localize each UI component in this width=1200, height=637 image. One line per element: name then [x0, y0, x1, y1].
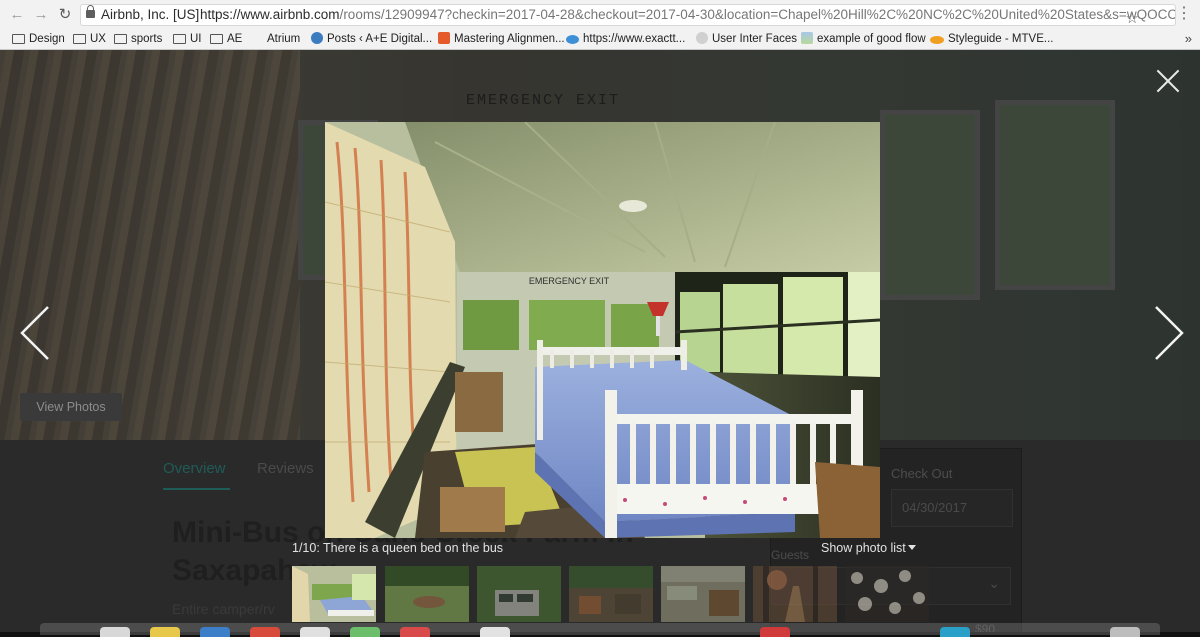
bookmark-ae[interactable]: AE	[210, 32, 242, 47]
bookmark-exactt[interactable]: https://www.exactt...	[566, 32, 685, 47]
next-photo-arrow-icon[interactable]	[1152, 303, 1186, 363]
chrome-icon[interactable]	[250, 627, 280, 637]
checkout-label: Check Out	[891, 466, 953, 481]
chevron-down-icon: ⌄	[988, 575, 1000, 591]
bookmark-mastering[interactable]: Mastering Alignmen...	[438, 32, 565, 47]
app-icon[interactable]	[760, 627, 790, 637]
trash-icon[interactable]	[1110, 627, 1140, 637]
url-host: https://www.airbnb.com	[200, 7, 340, 22]
close-icon[interactable]	[1156, 69, 1180, 93]
thumbnail-strip	[292, 566, 929, 622]
circle-icon	[696, 32, 708, 44]
forward-icon[interactable]: →	[32, 6, 50, 24]
bookmark-label: AE	[227, 33, 243, 45]
photo-caption: 1/10: There is a queen bed on the bus	[292, 541, 504, 555]
checkout-date-field[interactable]: 04/30/2017	[891, 489, 1013, 527]
thumbnail-wooded-path[interactable]	[753, 566, 837, 622]
tab-reviews[interactable]: Reviews	[257, 460, 314, 477]
bookmark-star-icon[interactable]: ☆	[1126, 9, 1139, 25]
bookmark-styleguide[interactable]: Styleguide - MTVE...	[930, 32, 1053, 47]
caret-down-icon	[907, 545, 916, 550]
thumbnail-deck-chairs[interactable]	[569, 566, 653, 622]
calendar-icon[interactable]	[300, 627, 330, 637]
tab-overview[interactable]: Overview	[163, 460, 226, 477]
url-path: /rooms/12909947?checkin=2017-04-28&check…	[339, 7, 1176, 22]
messages-icon[interactable]	[350, 627, 380, 637]
macos-dock	[40, 623, 1160, 637]
listing-room-type: Entire camper/rv	[172, 601, 275, 617]
bookmark-user-inter-faces[interactable]: User Inter Faces	[696, 32, 797, 47]
folder-icon	[114, 34, 127, 44]
thumbnail-bed-in-bus[interactable]	[292, 566, 376, 622]
notes-icon[interactable]	[150, 627, 180, 637]
cloud-icon	[566, 35, 579, 44]
reload-icon[interactable]: ↻	[56, 6, 74, 24]
wordpress-icon	[311, 32, 323, 44]
bookmark-label: https://www.exactt...	[583, 33, 686, 45]
show-photo-list-button[interactable]: Show photo list	[821, 541, 916, 555]
app-icon[interactable]	[940, 627, 970, 637]
thumbnail-bus-interior-kitchen[interactable]	[661, 566, 745, 622]
site-identity: Airbnb, Inc. [US]	[101, 7, 200, 22]
bookmark-label: sports	[131, 33, 163, 45]
bookmark-label: Design	[29, 33, 65, 45]
show-photo-list-label: Show photo list	[821, 541, 906, 555]
hero-window	[995, 100, 1115, 290]
bookmark-sports[interactable]: sports	[114, 32, 162, 47]
guests-label: Guests	[771, 548, 810, 562]
thumbnail-bus-exterior[interactable]	[477, 566, 561, 622]
bookmark-good-flow[interactable]: example of good flow	[801, 32, 926, 47]
hero-window	[880, 110, 980, 300]
bookmark-label: example of good flow	[817, 33, 926, 45]
bookmark-ux[interactable]: UX	[73, 32, 106, 47]
plus-square-icon	[438, 32, 450, 44]
menu-dots-icon[interactable]: ⋮	[1176, 5, 1192, 23]
view-photos-button[interactable]: View Photos	[20, 393, 122, 421]
leaf-icon	[930, 36, 944, 44]
app-icon[interactable]	[480, 627, 510, 637]
bookmark-label: UX	[90, 33, 106, 45]
app-icon[interactable]	[200, 627, 230, 637]
bookmark-atrium[interactable]: Atrium	[267, 32, 300, 47]
folder-icon	[12, 34, 25, 44]
bookmark-label: Atrium	[267, 33, 301, 45]
photo-emergency-exit-sign: EMERGENCY EXIT	[529, 276, 610, 286]
bookmarks-bar: Design UX sports UI AE Atrium Posts ‹ A+…	[0, 30, 1200, 49]
thumbnail-fire-pit-field[interactable]	[385, 566, 469, 622]
hero-emergency-exit-sign: EMERGENCY EXIT	[466, 92, 621, 109]
bookmark-label: User Inter Faces	[712, 33, 797, 45]
app-icon[interactable]	[400, 627, 430, 637]
browser-chrome: ← → ↻ Airbnb, Inc. [US] https://www.airb…	[0, 0, 1200, 50]
address-bar[interactable]: Airbnb, Inc. [US] https://www.airbnb.com…	[80, 4, 1176, 26]
thumbnail-patterned-fabric[interactable]	[845, 566, 929, 622]
folder-icon	[73, 34, 86, 44]
previous-photo-arrow-icon[interactable]	[18, 303, 52, 363]
folder-icon	[173, 34, 186, 44]
bookmark-label: UI	[190, 33, 202, 45]
back-icon[interactable]: ←	[8, 6, 26, 24]
url-bar-row: ← → ↻ Airbnb, Inc. [US] https://www.airb…	[0, 0, 1200, 30]
bookmark-ui[interactable]: UI	[173, 32, 202, 47]
gallery-main-photo: EMERGENCY EXIT	[325, 122, 880, 538]
bookmark-label: Mastering Alignmen...	[454, 33, 565, 45]
hero-curtain	[0, 50, 300, 440]
bookmarks-overflow-icon[interactable]: »	[1185, 31, 1192, 46]
bookmark-label: Posts ‹ A+E Digital...	[327, 33, 433, 45]
bookmark-label: Styleguide - MTVE...	[948, 33, 1054, 45]
bookmark-design[interactable]: Design	[12, 32, 65, 47]
url-text[interactable]: https://www.airbnb.com/rooms/12909947?ch…	[200, 5, 1176, 25]
tab-active-indicator	[163, 488, 230, 490]
finder-icon[interactable]	[100, 627, 130, 637]
image-icon	[801, 32, 813, 44]
lock-icon	[86, 5, 95, 18]
folder-icon	[210, 34, 223, 44]
bookmark-posts[interactable]: Posts ‹ A+E Digital...	[311, 32, 432, 47]
